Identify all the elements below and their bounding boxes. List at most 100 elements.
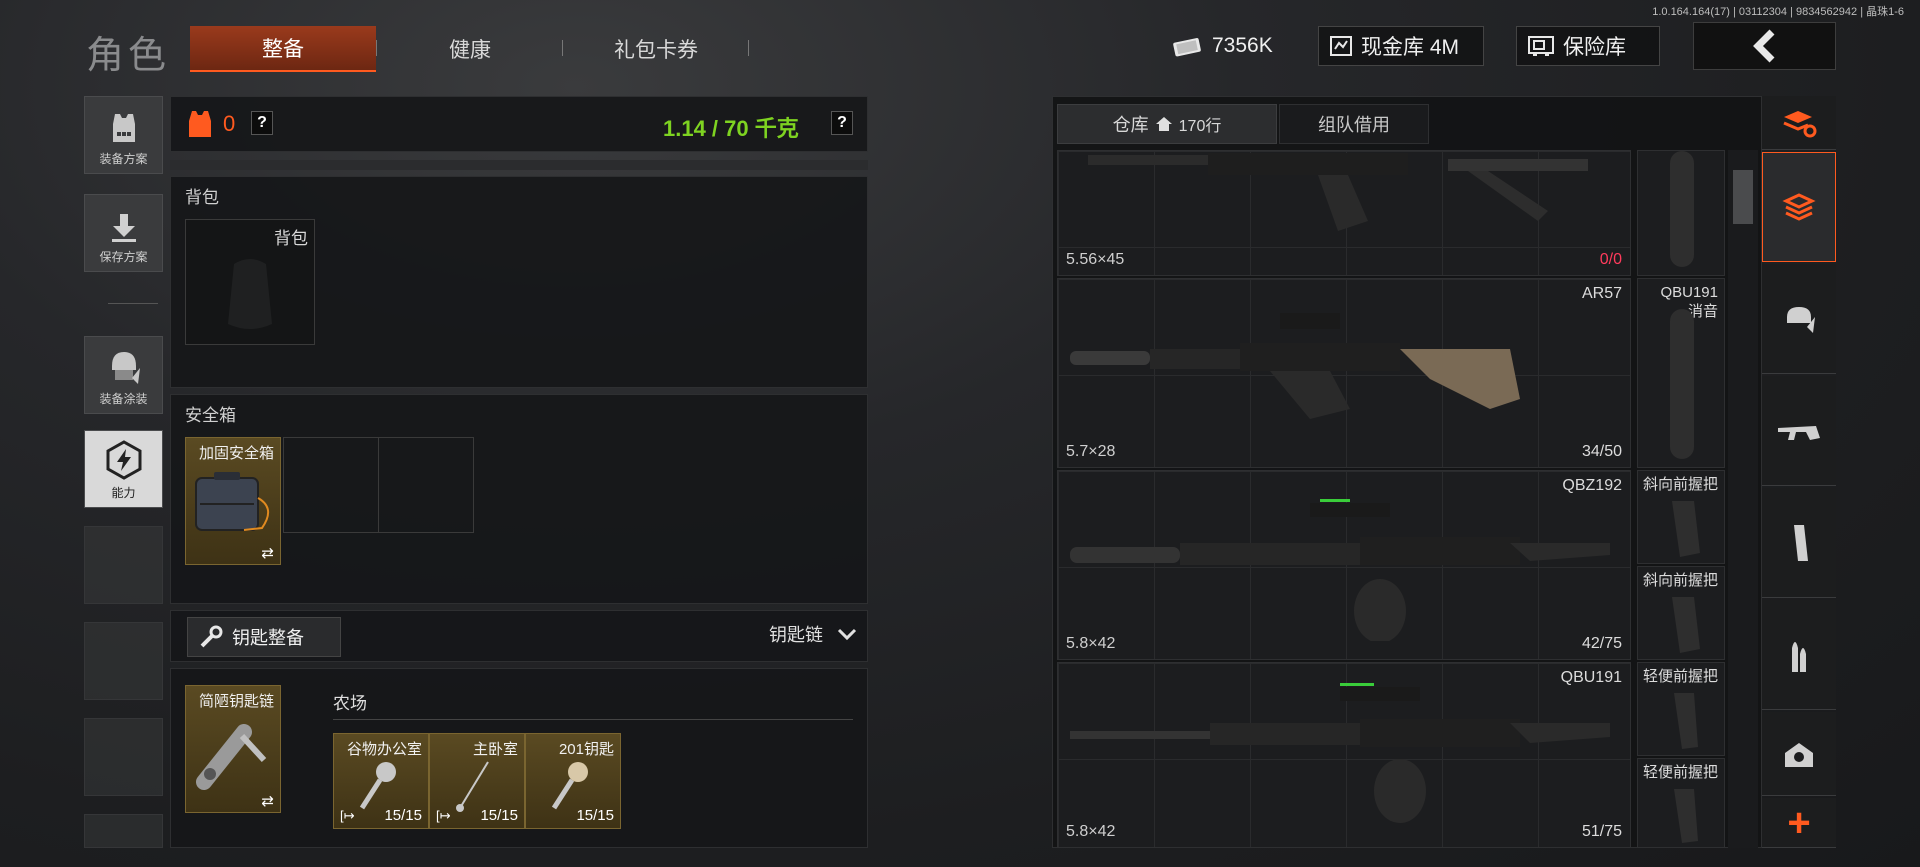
safebox-slot[interactable]: [378, 437, 474, 533]
grip-icon: [1672, 501, 1700, 557]
stack-refresh-icon: [1783, 110, 1817, 137]
gun-ammo: 0/0: [1599, 251, 1622, 268]
safebox-item[interactable]: 加固安全箱 ⇄: [185, 437, 281, 565]
gun-caliber: 5.8×42: [1066, 823, 1116, 840]
filter-sight[interactable]: [1762, 712, 1836, 796]
tab-equip[interactable]: 整备: [190, 26, 376, 72]
tab-team-borrow[interactable]: 组队借用: [1279, 104, 1429, 144]
cash-vault-button[interactable]: 现金库 4M: [1318, 26, 1484, 66]
warehouse-scrollbar[interactable]: [1728, 150, 1758, 848]
gun-ammo: 51/75: [1581, 823, 1622, 840]
nav-save-plan[interactable]: 保存方案: [84, 194, 163, 272]
side-item[interactable]: 轻便前握把: [1637, 662, 1725, 756]
key-item[interactable]: 201钥匙 15/15: [525, 733, 621, 829]
nav-empty-slot: [84, 718, 163, 796]
key-move-icon: [↦: [340, 808, 355, 823]
back-arrow-icon: [1752, 29, 1774, 63]
stack-icon: [1782, 193, 1816, 221]
back-button[interactable]: [1693, 22, 1836, 70]
backpack-section: 背包 背包: [170, 176, 868, 388]
side-item[interactable]: QBU191 消音: [1637, 278, 1725, 468]
key-equip-label: 钥匙整备: [232, 628, 304, 648]
side-item-name: 轻便前握把: [1642, 764, 1718, 781]
swap-icon[interactable]: ⇄: [261, 544, 274, 562]
backpack-title: 背包: [185, 188, 219, 207]
tab-health[interactable]: 健康: [378, 26, 562, 72]
storage-label: 仓库: [1112, 115, 1149, 135]
gun-item[interactable]: QBU191 5.8×42 51/75: [1057, 662, 1631, 848]
tab-divider: [748, 40, 749, 56]
gun-name: AR57: [1581, 285, 1622, 302]
side-item[interactable]: 斜向前握把: [1637, 566, 1725, 660]
help-button[interactable]: ?: [251, 111, 273, 135]
rifle-icon: [1070, 499, 1610, 641]
tab-storage[interactable]: 仓库 170行: [1057, 104, 1277, 144]
side-item[interactable]: [1637, 150, 1725, 276]
scrollbar-thumb[interactable]: [1733, 170, 1753, 224]
filter-refresh[interactable]: [1762, 96, 1836, 150]
backpack-icon: [228, 259, 272, 329]
nav-equip-plan[interactable]: 装备方案: [84, 96, 163, 174]
safebox-item-name: 加固安全箱: [198, 445, 274, 462]
gun-item[interactable]: 5.56×45 0/0: [1057, 150, 1631, 276]
filter-rifle[interactable]: [1762, 376, 1836, 486]
chevron-down-icon: [837, 628, 857, 641]
hard-case-icon: [195, 472, 269, 531]
safe-icon: [1528, 36, 1554, 56]
key-icon: [551, 762, 588, 810]
filter-armor[interactable]: [1762, 264, 1836, 374]
armor-count: 0: [223, 111, 236, 136]
gun-caliber: 5.56×45: [1066, 251, 1125, 268]
weight-display: 1.14 / 70 千克: [663, 116, 799, 141]
key-item[interactable]: 主卧室 [↦ 15/15: [429, 733, 525, 829]
nav-empty-slot: [84, 622, 163, 700]
gun-item[interactable]: AR57 5.7×28 34/50: [1057, 278, 1631, 468]
currency-amount: 7356K: [1212, 34, 1273, 57]
keys-header: 钥匙整备 钥匙链: [170, 610, 868, 662]
nav-empty-slot: [84, 526, 163, 604]
key-location-divider: [333, 719, 853, 720]
keychain-item-name: 简陋钥匙链: [198, 693, 274, 710]
tab-gift[interactable]: 礼包卡券: [564, 26, 748, 72]
key-icon: [456, 761, 489, 812]
keys-section: 简陋钥匙链 ⇄ 农场 谷物办公室 [↦ 15/15 主卧室 [↦ 15/15 2…: [170, 668, 868, 848]
plus-icon: +: [1787, 800, 1811, 845]
weight-help-button[interactable]: ?: [831, 111, 853, 135]
safe-vault-button[interactable]: 保险库: [1516, 26, 1660, 66]
filter-all[interactable]: [1762, 152, 1836, 262]
key-item[interactable]: 谷物办公室 [↦ 15/15: [333, 733, 429, 829]
armor-icon: [1787, 306, 1815, 333]
side-item-name: 斜向前握把: [1642, 476, 1718, 493]
gun-caliber: 5.7×28: [1066, 443, 1116, 460]
backpack-slot-label: 背包: [274, 229, 308, 248]
currency-display: 7356K: [1162, 26, 1288, 66]
gun-caliber: 5.8×42: [1066, 635, 1116, 652]
keychain-dropdown[interactable]: 钥匙链: [769, 621, 857, 647]
key-name: 谷物办公室: [346, 741, 422, 758]
safebox-slot[interactable]: [283, 437, 379, 533]
status-bar: 0 ? 1.14 / 70 千克 ?: [170, 96, 868, 152]
filter-ammo[interactable]: [1762, 600, 1836, 710]
filter-magazine[interactable]: [1762, 488, 1836, 598]
gun-item[interactable]: QBZ192 5.8×42 42/75: [1057, 470, 1631, 660]
nav-ability[interactable]: 能力: [84, 430, 163, 508]
side-item-name: 斜向前握把: [1642, 572, 1718, 589]
home-icon: [1155, 117, 1172, 131]
backpack-slot[interactable]: 背包: [185, 219, 315, 345]
keychain-item[interactable]: 简陋钥匙链 ⇄: [185, 685, 281, 813]
version-text: 1.0.164.164(17) | 03112304 | 9834562942 …: [1652, 6, 1904, 18]
suppressor-icon: [1670, 309, 1694, 459]
side-item[interactable]: 斜向前握把: [1637, 470, 1725, 564]
side-item[interactable]: 轻便前握把: [1637, 758, 1725, 848]
tab-divider: [376, 40, 377, 56]
safebox-title: 安全箱: [185, 406, 236, 425]
nav-label: 装备方案: [99, 152, 148, 166]
key-icon: [359, 762, 396, 810]
swap-icon[interactable]: ⇄: [261, 792, 274, 810]
nav-skin[interactable]: 装备涂装: [84, 336, 163, 414]
add-filter-button[interactable]: +: [1762, 798, 1836, 848]
rifle-icon: [1778, 425, 1820, 440]
side-item-name: 轻便前握把: [1642, 668, 1718, 685]
grip-icon: [1672, 597, 1700, 653]
key-equip-button[interactable]: 钥匙整备: [187, 617, 341, 657]
